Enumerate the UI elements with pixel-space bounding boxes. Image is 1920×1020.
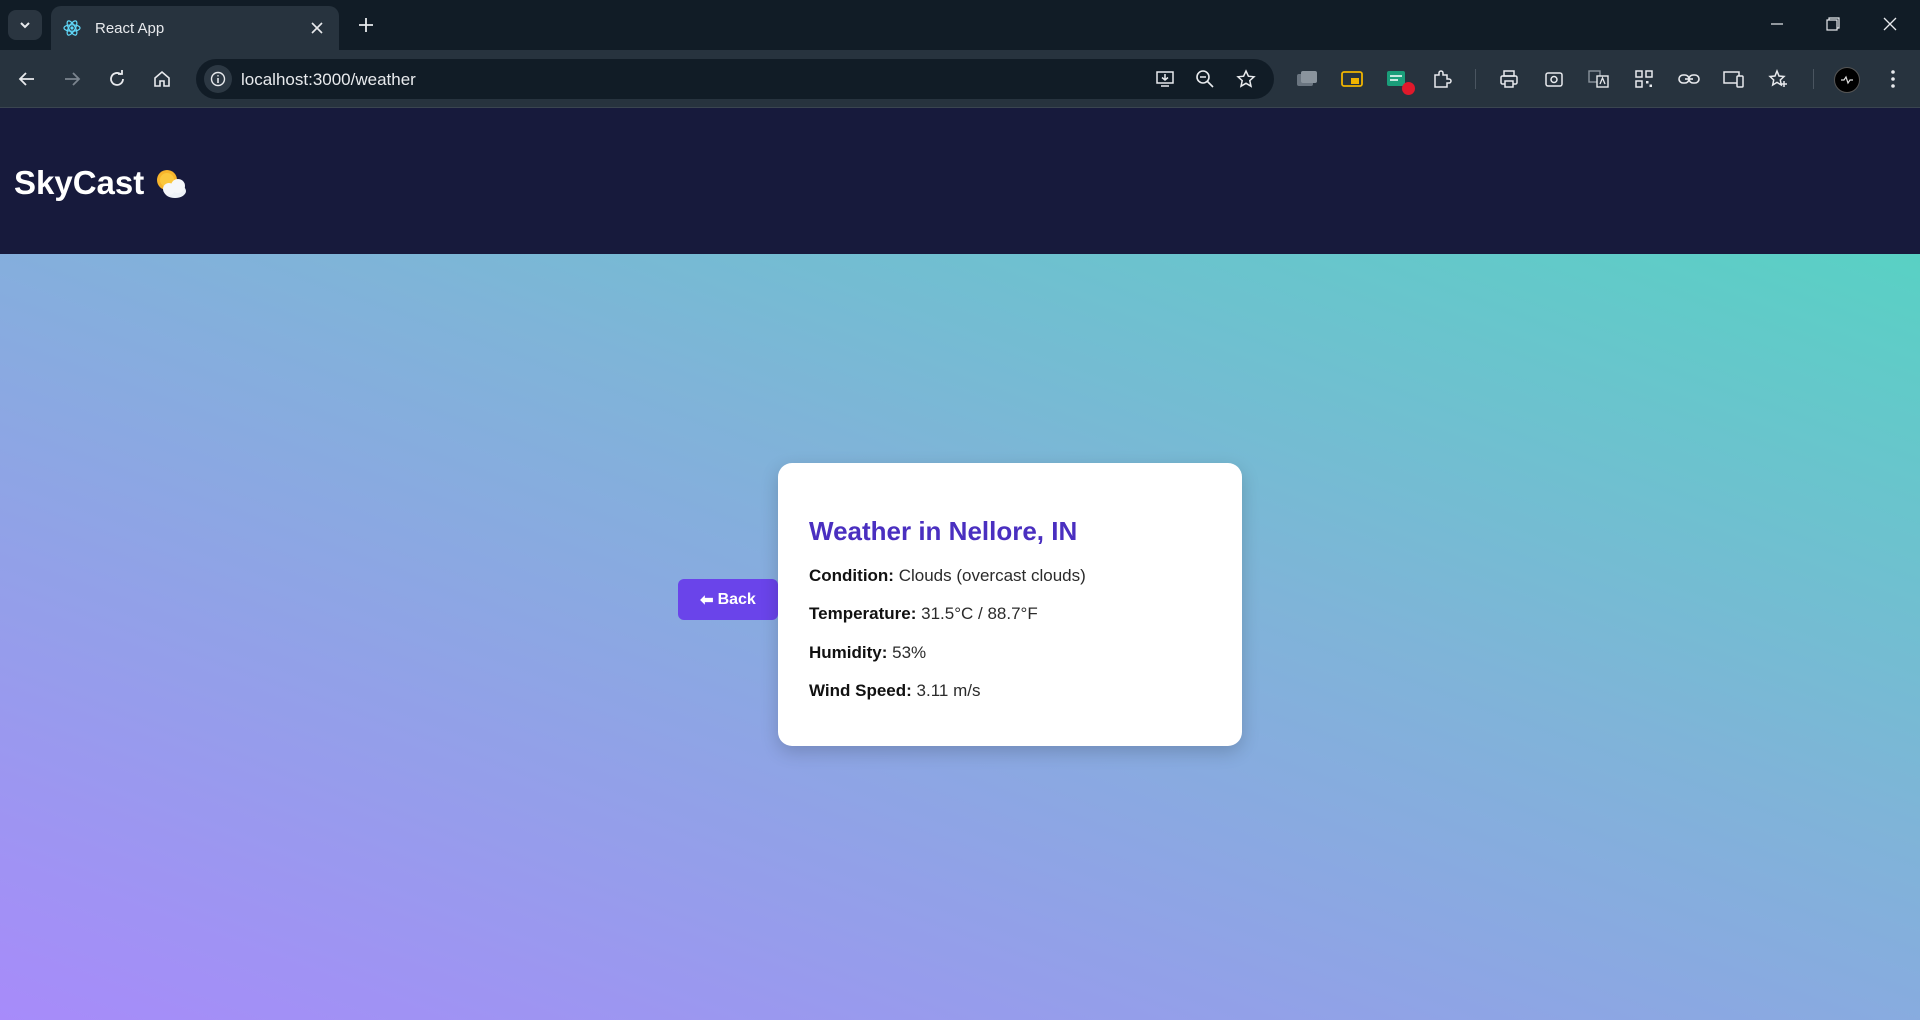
- avatar-icon: [1841, 75, 1853, 85]
- page-viewport: SkyCast ⬅ Back Weather in Nellore, IN Co…: [0, 108, 1920, 1020]
- humidity-label: Humidity:: [809, 643, 893, 662]
- extensions-puzzle-icon[interactable]: [1427, 64, 1457, 94]
- forward-nav-button[interactable]: [55, 62, 89, 96]
- brand-title: SkyCast: [14, 164, 145, 201]
- tab-strip: React App: [0, 0, 1920, 50]
- back-button[interactable]: ⬅ Back: [678, 579, 778, 620]
- extension-pip-icon[interactable]: [1337, 64, 1367, 94]
- weather-card-title: Weather in Nellore, IN: [809, 516, 1078, 546]
- zoom-icon[interactable]: [1191, 65, 1219, 93]
- favorites-icon[interactable]: [1764, 64, 1794, 94]
- browser-tab[interactable]: React App: [51, 6, 339, 50]
- minimize-icon: [1771, 23, 1783, 25]
- wind-speed-value: 3.11 m/s: [916, 681, 981, 700]
- close-window-button[interactable]: [1868, 8, 1912, 40]
- temperature-row: Temperature: 31.5°C / 88.7°F: [809, 604, 1038, 624]
- tab-search-button[interactable]: [8, 10, 42, 40]
- react-logo-icon: [63, 19, 81, 37]
- toolbar-divider: [1813, 69, 1814, 89]
- humidity-row: Humidity: 53%: [809, 643, 926, 663]
- back-nav-button[interactable]: [10, 62, 44, 96]
- close-icon: [311, 22, 323, 34]
- bookmark-star-icon[interactable]: [1232, 65, 1260, 93]
- url-text: localhost:3000/weather: [241, 70, 416, 89]
- condition-value: Clouds (overcast clouds): [898, 566, 1086, 585]
- more-vertical-icon: [1891, 70, 1895, 88]
- tab-close-button[interactable]: [305, 16, 329, 40]
- condition-label: Condition:: [809, 566, 899, 585]
- wind-speed-label: Wind Speed:: [809, 681, 917, 700]
- back-button-label: Back: [717, 590, 756, 608]
- close-icon: [1883, 17, 1897, 31]
- extension-mail-icon[interactable]: [1382, 64, 1415, 95]
- weather-card: Weather in Nellore, IN Condition: Clouds…: [778, 463, 1242, 746]
- app-header: SkyCast: [0, 108, 1920, 254]
- restore-icon: [1826, 17, 1840, 31]
- extension-cards-icon[interactable]: [1292, 64, 1322, 94]
- toolbar-divider: [1475, 69, 1476, 89]
- address-bar[interactable]: localhost:3000/weather: [196, 59, 1274, 99]
- temperature-value: 31.5°C / 88.7°F: [921, 604, 1038, 623]
- sun-behind-cloud-icon: [152, 167, 190, 199]
- browser-toolbar: localhost:3000/weather: [0, 50, 1920, 108]
- minimize-button[interactable]: [1755, 8, 1799, 40]
- chevron-down-icon: [20, 22, 30, 29]
- devices-icon[interactable]: [1719, 64, 1749, 94]
- new-tab-button[interactable]: [352, 11, 380, 39]
- profile-avatar[interactable]: [1834, 67, 1860, 93]
- arrow-right-icon: [65, 72, 81, 86]
- qr-code-icon[interactable]: [1629, 64, 1659, 94]
- print-icon[interactable]: [1494, 64, 1524, 94]
- home-icon: [154, 70, 170, 87]
- humidity-value: 53%: [892, 643, 927, 662]
- menu-button[interactable]: [1876, 62, 1910, 96]
- home-button[interactable]: [145, 62, 179, 96]
- condition-row: Condition: Clouds (overcast clouds): [809, 566, 1086, 586]
- screenshot-icon[interactable]: [1539, 64, 1569, 94]
- restore-button[interactable]: [1811, 8, 1855, 40]
- translate-icon[interactable]: [1584, 64, 1614, 94]
- wind-speed-row: Wind Speed: 3.11 m/s: [809, 681, 980, 701]
- arrow-left-icon: ⬅: [700, 591, 714, 609]
- install-app-icon[interactable]: [1151, 65, 1179, 93]
- notification-badge: [1402, 82, 1415, 95]
- copy-link-icon[interactable]: [1674, 64, 1704, 94]
- site-info-icon[interactable]: [204, 65, 232, 93]
- reload-button[interactable]: [100, 62, 134, 96]
- arrow-left-icon: [18, 72, 34, 86]
- tab-title: React App: [95, 19, 165, 37]
- reload-icon: [110, 70, 124, 86]
- temperature-label: Temperature:: [809, 604, 922, 623]
- plus-icon: [359, 18, 373, 32]
